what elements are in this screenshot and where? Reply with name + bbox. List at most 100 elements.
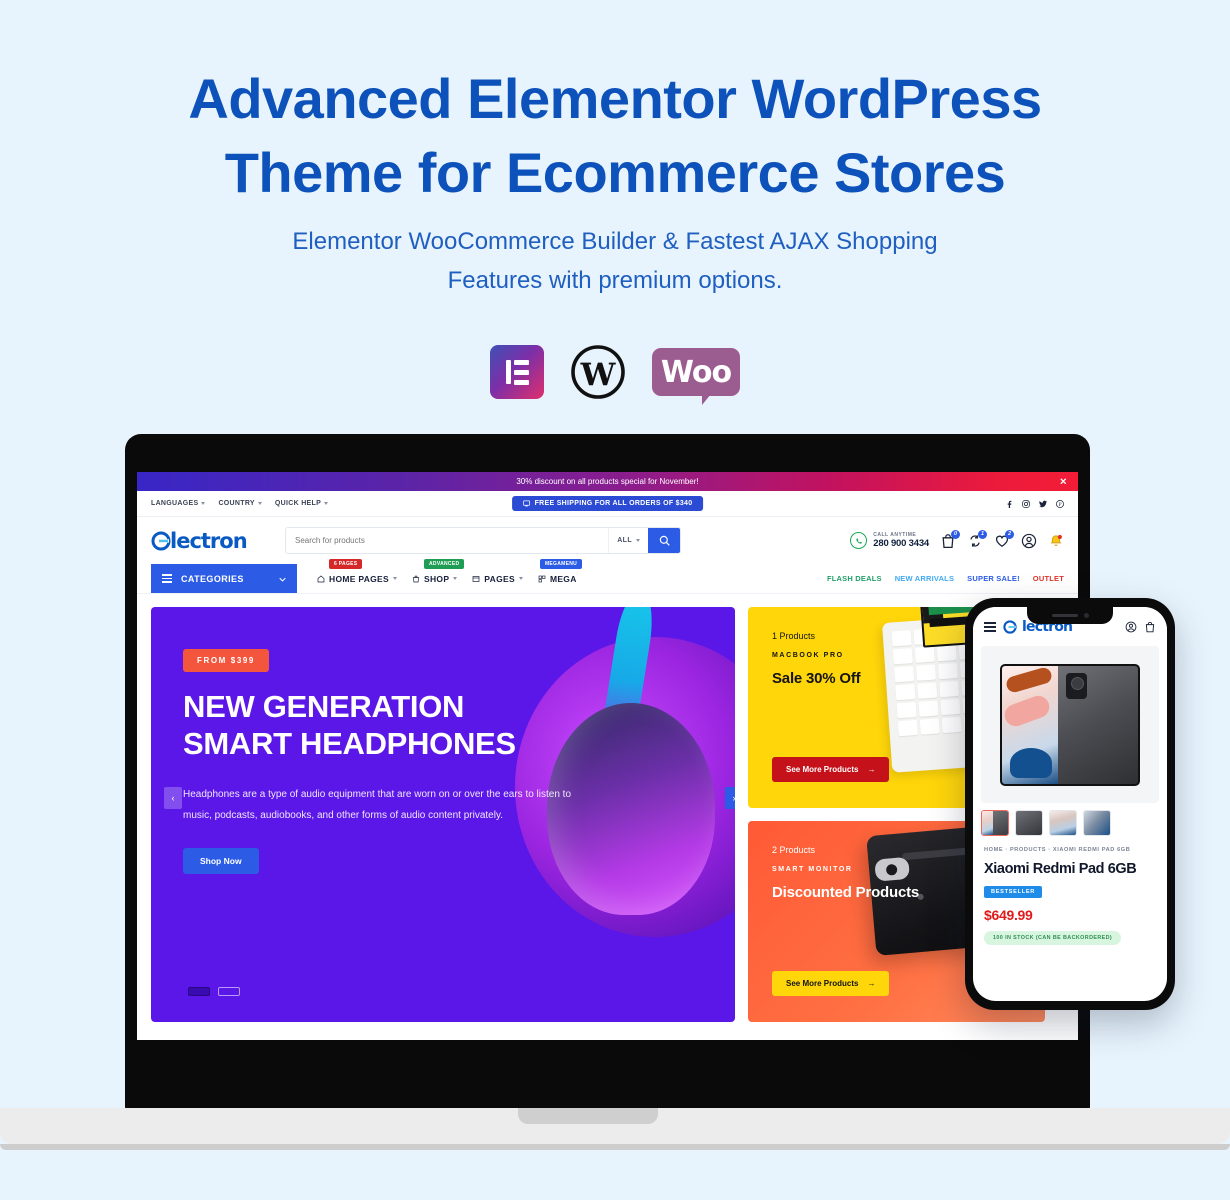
product-thumbnail-row — [973, 803, 1167, 836]
tablet-back-art — [1058, 665, 1138, 784]
product-details: HOME · PRODUCTS · XIAOMI REDMI PAD 6GB X… — [973, 836, 1167, 945]
site-logo[interactable]: lectron — [151, 529, 271, 553]
phone-notch — [1027, 607, 1113, 624]
nav-badge-6-pages: 6 PAGES — [329, 558, 363, 569]
nav-links: HOME PAGES 6 PAGES SHOP ADVANCED PAGES M… — [297, 558, 583, 593]
nav-promo-flash-deals[interactable]: FLASH DEALS — [827, 574, 882, 583]
header-actions: CALL ANYTIME 280 900 3434 0 1 2 — [850, 529, 1064, 549]
electron-logo-icon — [151, 531, 171, 551]
mobile-header-actions — [1125, 621, 1156, 633]
search-category-label: ALL — [617, 537, 632, 544]
pinterest-icon[interactable]: P — [1056, 499, 1064, 508]
nav-label-pages: PAGES — [484, 573, 515, 584]
search-bar[interactable]: ALL — [285, 527, 681, 554]
social-links: P — [1005, 499, 1064, 508]
svg-text:W: W — [580, 357, 617, 393]
main-navigation: CATEGORIES HOME PAGES 6 PAGES SHOP ADVAN… — [137, 558, 1078, 594]
slider-prev-button[interactable]: ‹ — [164, 787, 182, 809]
facebook-icon[interactable] — [1005, 500, 1013, 508]
product-thumbnail-4[interactable] — [1083, 810, 1111, 836]
slider-pagination[interactable] — [188, 987, 240, 996]
chevron-down-icon — [518, 577, 523, 580]
nav-item-mega[interactable]: MEGA MEGAMENU — [538, 558, 583, 584]
categories-button[interactable]: CATEGORIES — [151, 564, 297, 593]
monitor-icon — [522, 500, 530, 507]
quick-help-dropdown[interactable]: QUICK HELP — [274, 500, 329, 507]
wishlist-count-badge: 2 — [1005, 529, 1014, 539]
headline-line-2: Theme for Ecommerce Stores — [224, 141, 1006, 204]
breadcrumb[interactable]: HOME · PRODUCTS · XIAOMI REDMI PAD 6GB — [984, 847, 1156, 853]
product-thumbnail-2[interactable] — [1015, 810, 1043, 836]
page-title: Advanced Elementor WordPress Theme for E… — [0, 62, 1230, 210]
arrow-right-icon: → — [867, 979, 876, 988]
chevron-down-icon — [279, 574, 286, 584]
nav-promo-super-sale[interactable]: SUPER SALE! — [967, 574, 1020, 583]
bestseller-badge: BESTSELLER — [984, 886, 1042, 898]
site-header: lectron ALL — [137, 517, 1078, 564]
cart-icon[interactable]: 0 — [940, 529, 960, 549]
country-label: COUNTRY — [218, 500, 255, 507]
slider-dot-1[interactable] — [188, 987, 210, 996]
nav-item-pages[interactable]: PAGES — [472, 574, 523, 584]
wordpress-logo-icon: W — [571, 345, 625, 399]
nav-badge-megamenu: MEGAMENU — [539, 558, 583, 569]
nav-item-shop[interactable]: SHOP ADVANCED — [412, 558, 465, 584]
tech-logo-row: W Woo — [0, 345, 1230, 405]
slider-dot-2[interactable] — [218, 987, 240, 996]
chevron-down-icon — [453, 577, 458, 580]
nav-badge-advanced: ADVANCED — [424, 558, 465, 569]
account-icon[interactable] — [1125, 621, 1137, 633]
nav-promo-new-arrivals[interactable]: NEW ARRIVALS — [895, 574, 954, 583]
product-thumbnail-3[interactable] — [1049, 810, 1077, 836]
quick-help-label: QUICK HELP — [274, 500, 322, 507]
notification-icon[interactable] — [1048, 533, 1064, 549]
utility-links: LANGUAGES COUNTRY QUICK HELP — [151, 500, 329, 507]
landing-page: Advanced Elementor WordPress Theme for E… — [0, 0, 1230, 1200]
chevron-down-icon — [257, 502, 262, 505]
nav-promo-links: FLASH DEALS NEW ARRIVALS SUPER SALE! OUT… — [827, 564, 1078, 593]
account-icon[interactable] — [1021, 533, 1037, 549]
chevron-down-icon — [393, 577, 397, 580]
nav-promo-outlet[interactable]: OUTLET — [1033, 574, 1064, 583]
nav-item-home-pages[interactable]: HOME PAGES 6 PAGES — [317, 558, 397, 584]
nav-label-home-pages: HOME PAGES — [329, 573, 389, 584]
country-dropdown[interactable]: COUNTRY — [218, 500, 262, 507]
search-category-dropdown[interactable]: ALL — [608, 528, 648, 553]
elementor-logo-icon — [490, 345, 544, 399]
free-shipping-pill[interactable]: FREE SHIPPING FOR ALL ORDERS OF $340 — [511, 496, 704, 511]
whatsapp-icon[interactable] — [850, 532, 868, 549]
nav-label-mega: MEGA — [549, 573, 577, 584]
twitter-icon[interactable] — [1039, 500, 1047, 508]
laptop-mockup: 30% discount on all products special for… — [125, 434, 1090, 1110]
call-anytime-block[interactable]: CALL ANYTIME 280 900 3434 — [850, 532, 929, 549]
wishlist-icon[interactable]: 2 — [994, 529, 1014, 549]
product-gallery[interactable] — [981, 646, 1159, 803]
camera-icon — [1083, 613, 1089, 618]
mobile-menu-icon[interactable] — [984, 621, 996, 633]
shop-now-button[interactable]: Shop Now — [183, 848, 259, 874]
slider-next-button[interactable]: › — [725, 787, 735, 809]
see-more-products-button[interactable]: See More Products → — [772, 971, 890, 996]
phone-mockup: lectron HOME · PRODUCTS · XIAOMI REDMI P… — [965, 598, 1175, 1010]
languages-dropdown[interactable]: LANGUAGES — [151, 500, 206, 507]
close-icon[interactable]: ✕ — [1059, 477, 1067, 486]
instagram-icon[interactable] — [1022, 499, 1030, 508]
product-thumbnail-1[interactable] — [981, 810, 1009, 836]
compare-icon[interactable]: 1 — [967, 529, 987, 549]
mega-grid-icon — [538, 575, 546, 582]
speaker-icon — [1051, 614, 1078, 617]
site-logo-text: lectron — [170, 528, 248, 553]
utility-bar: LANGUAGES COUNTRY QUICK HELP FREE SHIPPI… — [137, 491, 1078, 517]
cart-icon[interactable] — [1144, 621, 1156, 633]
languages-label: LANGUAGES — [151, 500, 199, 507]
announcement-text: 30% discount on all products special for… — [516, 477, 699, 486]
electron-logo-icon — [1003, 620, 1017, 634]
chevron-down-icon — [636, 539, 640, 542]
tablet-front-art — [1002, 665, 1058, 784]
see-more-products-button[interactable]: See More Products → — [772, 757, 890, 782]
pages-icon — [472, 575, 480, 582]
product-price: $649.99 — [984, 907, 1033, 923]
mobile-preview-screen: lectron HOME · PRODUCTS · XIAOMI REDMI P… — [973, 607, 1167, 1001]
search-input[interactable] — [286, 528, 609, 553]
search-button[interactable] — [648, 528, 680, 553]
